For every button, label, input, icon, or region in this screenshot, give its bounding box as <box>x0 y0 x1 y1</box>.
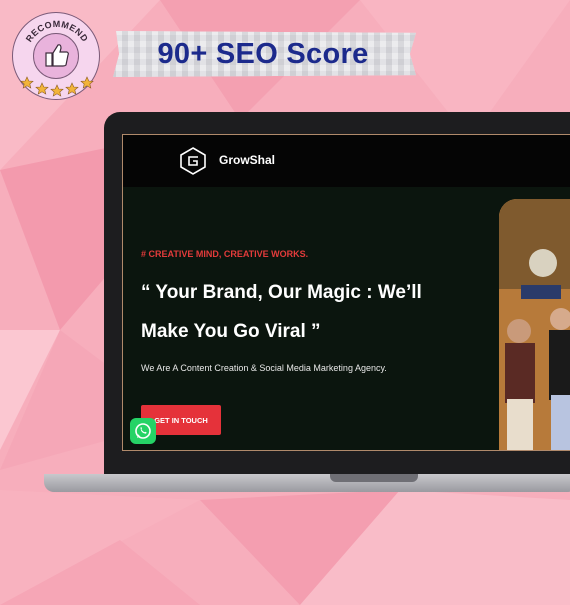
star-icon <box>35 82 49 95</box>
hero-team-photo <box>499 199 570 450</box>
star-icon <box>65 82 79 95</box>
seo-score-label: 90+ SEO Score <box>157 37 369 70</box>
rating-stars <box>20 76 94 97</box>
headline-line-1: “ Your Brand, Our Magic : We’ll <box>141 282 422 303</box>
star-icon <box>80 76 94 89</box>
recommend-badge: RECOMMEND <box>12 12 100 100</box>
hero-headline: “ Your Brand, Our Magic : We’ll Make You… <box>141 273 471 351</box>
laptop-base <box>44 474 570 492</box>
headline-line-2: Make You Go Viral ” <box>141 321 321 342</box>
thumbs-up-icon <box>45 44 69 67</box>
hero-tagline: # CREATIVE MIND, CREATIVE WORKS. <box>141 249 309 259</box>
hero-subtext: We Are A Content Creation & Social Media… <box>141 363 387 373</box>
brand-name[interactable]: GrowShal <box>219 153 275 167</box>
laptop-screen: GrowShal # CREATIVE MIND, CREATIVE WORKS… <box>122 134 570 451</box>
whatsapp-glyph <box>135 423 151 439</box>
site-header: GrowShal <box>123 135 570 187</box>
star-icon <box>50 84 64 97</box>
star-icon <box>20 76 34 89</box>
laptop-notch <box>330 474 418 482</box>
whatsapp-icon[interactable] <box>130 418 156 444</box>
growshal-logo-icon[interactable] <box>179 147 207 175</box>
